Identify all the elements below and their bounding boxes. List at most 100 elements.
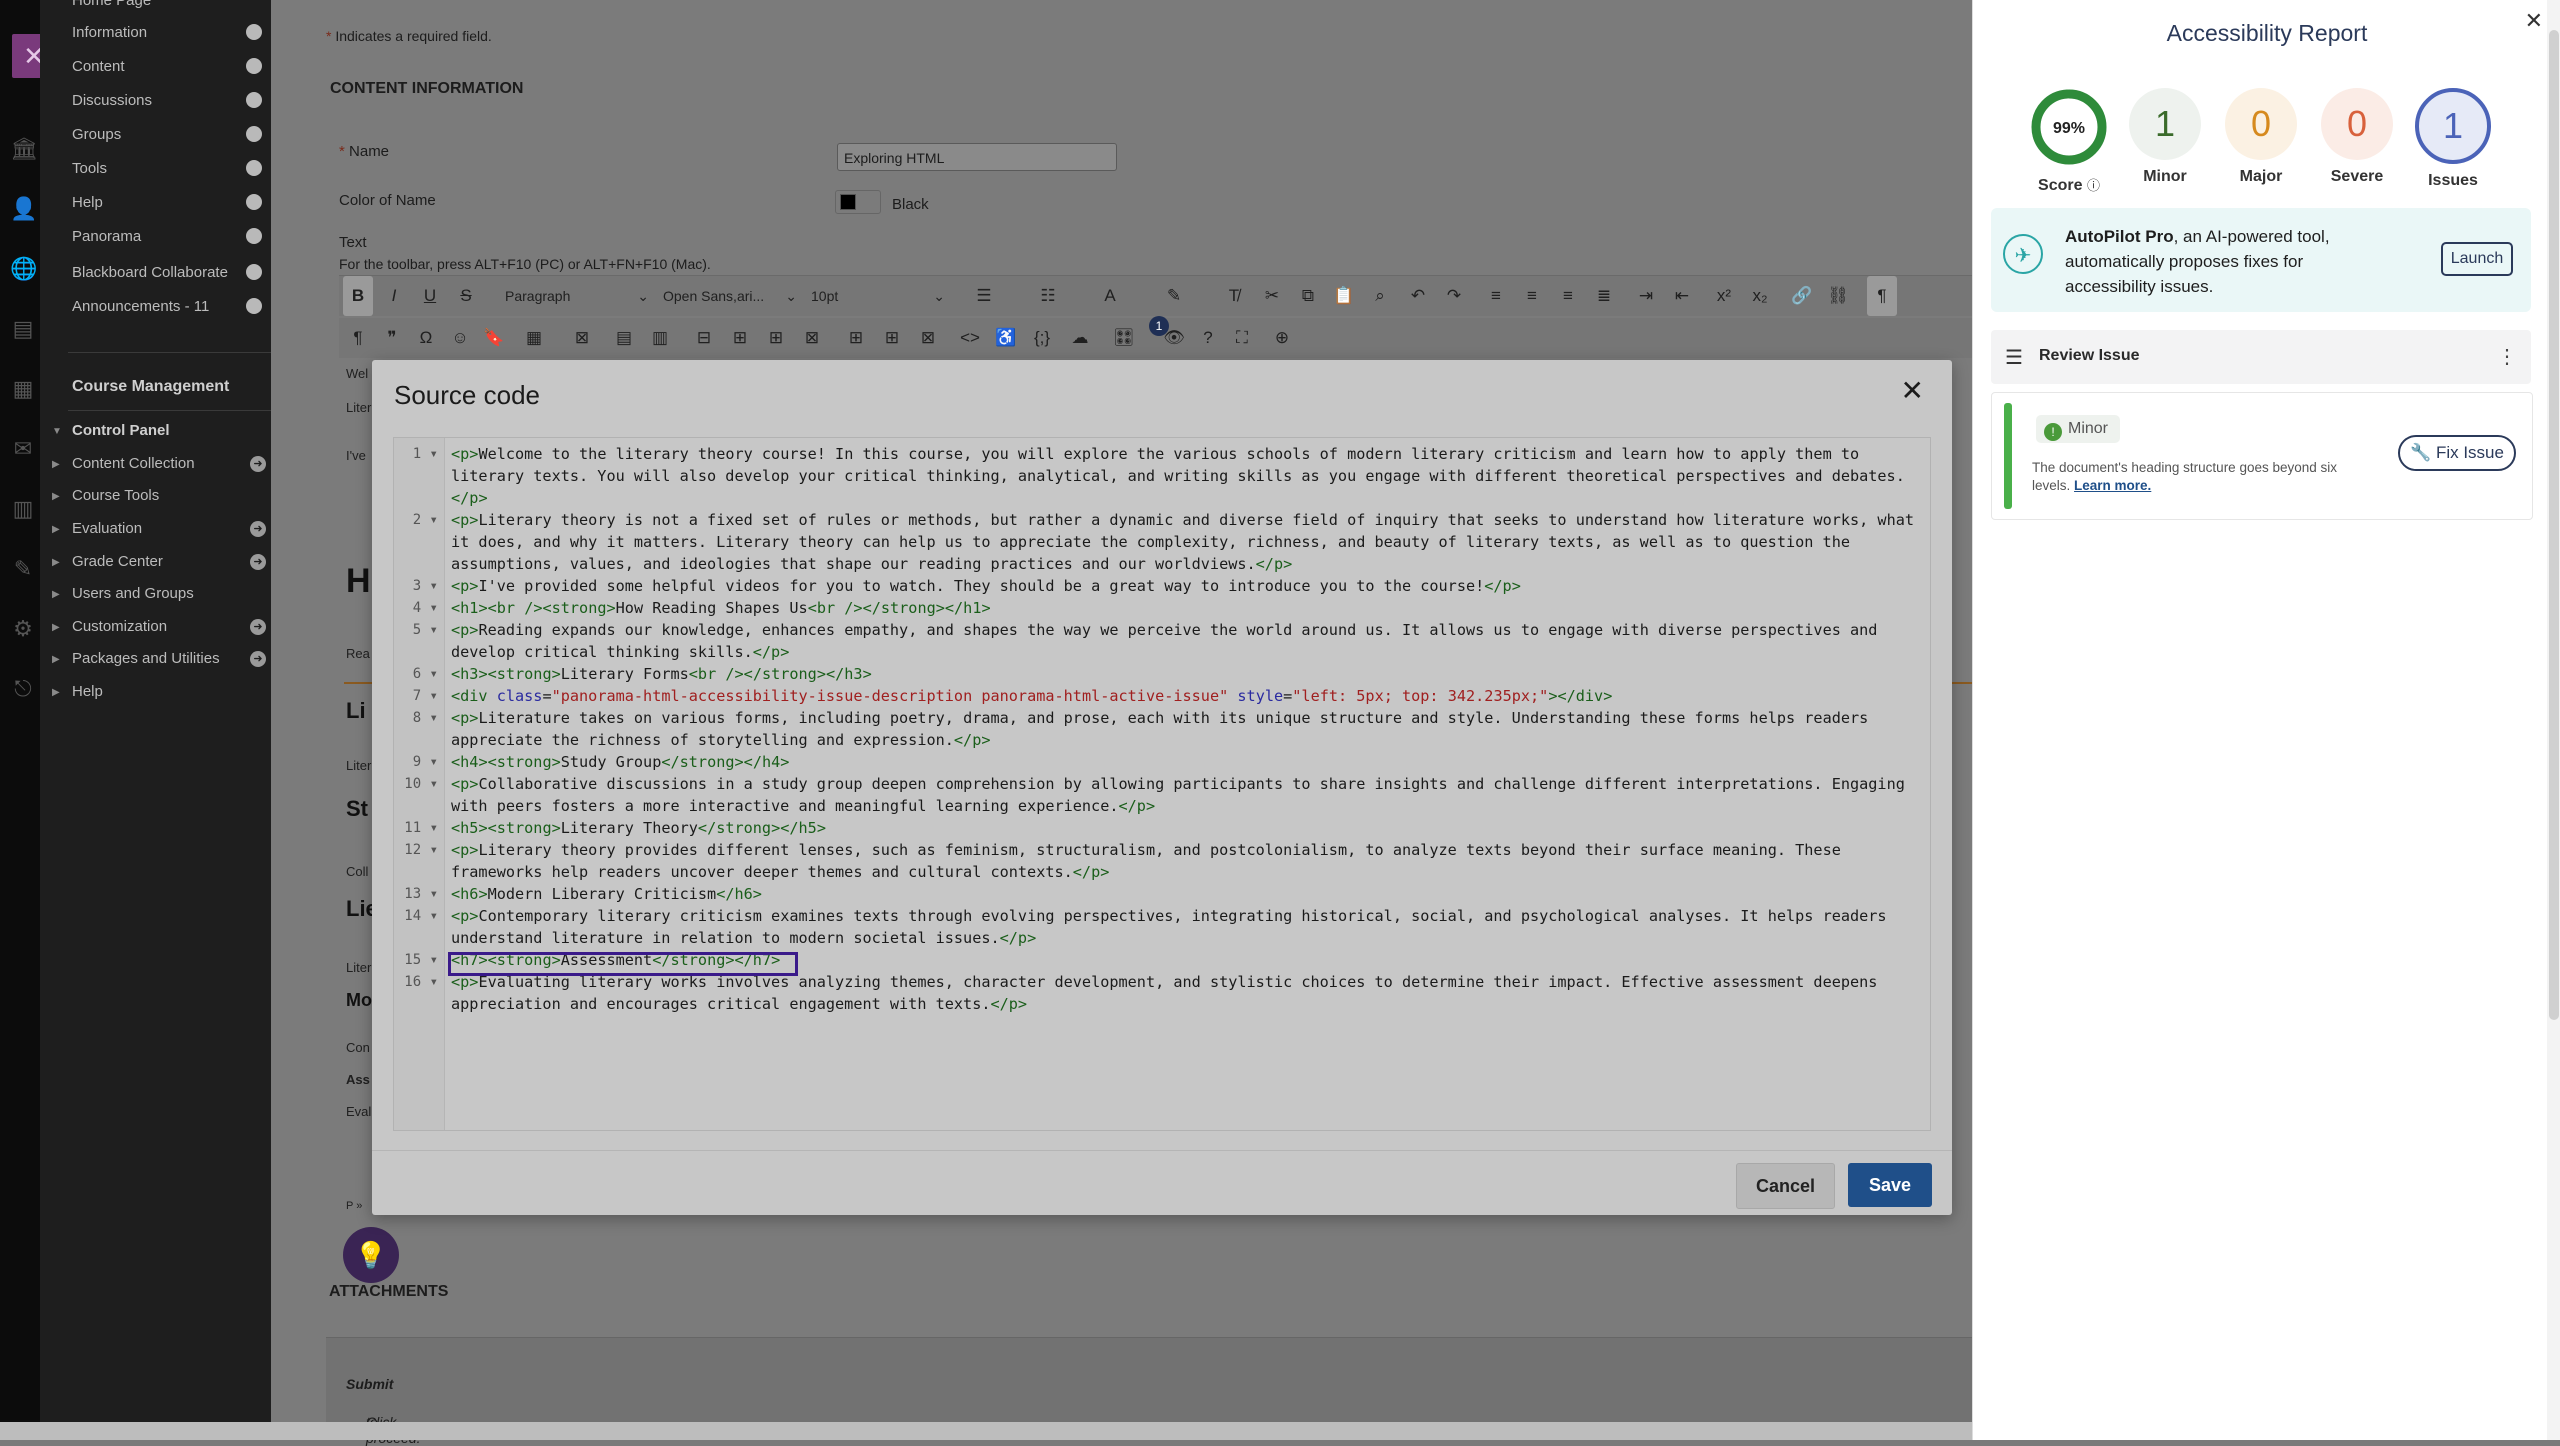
numbered-list-icon[interactable]: ☷ (1033, 276, 1063, 316)
delete-row-icon[interactable]: ⊞ (761, 318, 791, 358)
table-column-icon[interactable]: ▥ (645, 318, 675, 358)
paragraph-mark-icon[interactable]: ¶ (1867, 276, 1897, 316)
code-line[interactable]: 16 ▾ <p>Evaluating literary works involve… (394, 971, 1930, 1015)
clear-formatting-icon[interactable]: T̸ (1219, 276, 1249, 316)
issues-count[interactable]: 1 (2415, 88, 2491, 164)
special-char-icon[interactable]: Ω (411, 318, 441, 358)
expand-arrow-icon[interactable]: ▶ (52, 557, 60, 568)
globe-icon[interactable]: 🌐 (10, 256, 37, 282)
issues-metric[interactable]: 1 Issues (2413, 88, 2493, 190)
more-options-icon[interactable]: ⋮ (2497, 344, 2517, 369)
go-arrow-icon[interactable]: ➜ (250, 554, 266, 570)
course-menu-item-help[interactable]: Help (72, 194, 103, 211)
insert-col-after-icon[interactable]: ⊞ (877, 318, 907, 358)
block-format-select[interactable]: Paragraph ⌄ (499, 280, 655, 312)
justify-icon[interactable]: ≣ (1589, 276, 1619, 316)
name-input[interactable]: Exploring HTML (837, 143, 1117, 171)
bold-button[interactable]: B (343, 276, 373, 316)
launch-button[interactable]: Launch (2441, 242, 2513, 276)
cancel-button[interactable]: Cancel (1736, 1163, 1835, 1209)
go-arrow-icon[interactable]: ➜ (250, 521, 266, 537)
subscript-icon[interactable]: x₂ (1745, 276, 1775, 316)
link-icon[interactable]: 🔗 (1787, 276, 1817, 316)
text-color-icon[interactable]: A (1095, 276, 1125, 316)
code-line[interactable]: 7 ▾ <div class="panorama-html-accessibili… (394, 685, 1930, 707)
blockquote-icon[interactable]: ❞ (377, 318, 407, 358)
accessibility-icon[interactable]: ♿ (991, 318, 1021, 358)
insert-row-before-icon[interactable]: ⊟ (689, 318, 719, 358)
expand-arrow-icon[interactable]: ▶ (52, 459, 60, 470)
redo-icon[interactable]: ↷ (1439, 276, 1469, 316)
insert-col-before-icon[interactable]: ⊞ (841, 318, 871, 358)
code-line[interactable]: 6 ▾ <h3><strong>Literary Forms<br /></str… (394, 663, 1930, 685)
unlink-icon[interactable]: ⛓ (1823, 276, 1853, 316)
cut-icon[interactable]: ✂ (1257, 276, 1287, 316)
go-arrow-icon[interactable]: ➜ (250, 456, 266, 472)
course-menu-item-collaborate[interactable]: Blackboard Collaborate (72, 264, 228, 281)
align-right-icon[interactable]: ≡ (1553, 276, 1583, 316)
course-menu-item-home[interactable]: Home Page (72, 0, 151, 9)
table-icon[interactable]: ▦ (519, 318, 549, 358)
info-icon[interactable]: ⓘ (2087, 178, 2100, 193)
delete-col-icon[interactable]: ⊠ (797, 318, 827, 358)
add-content-icon[interactable]: ⊕ (1267, 318, 1297, 358)
paste-icon[interactable]: 📋 (1329, 276, 1359, 316)
delete-column-icon[interactable]: ⊠ (913, 318, 943, 358)
insert-row-after-icon[interactable]: ⊞ (725, 318, 755, 358)
font-size-select[interactable]: 10pt ⌄ (805, 280, 951, 312)
control-panel-item-packages[interactable]: Packages and Utilities (72, 650, 220, 667)
expand-arrow-icon[interactable]: ▶ (52, 589, 60, 600)
course-menu-item-tools[interactable]: Tools (72, 160, 107, 177)
media-icon[interactable]: 🎛 (1109, 318, 1139, 358)
course-menu-item-content[interactable]: Content (72, 58, 125, 75)
course-menu-item-information[interactable]: Information (72, 24, 147, 41)
code-line[interactable]: 14 ▾ <p>Contemporary literary criticism e… (394, 905, 1930, 949)
panorama-icon[interactable]: ☁ (1065, 318, 1095, 358)
superscript-icon[interactable]: x² (1709, 276, 1739, 316)
signout-icon[interactable]: ⎋ (10, 676, 36, 702)
source-code-editor[interactable]: 1 ▾ <p>Welcome to the literary theory cou… (393, 437, 1931, 1131)
messages-icon[interactable]: ✉ (10, 436, 36, 462)
code-line[interactable]: 4 ▾ <h1><br /><strong>How Reading Shapes … (394, 597, 1930, 619)
fix-issue-button[interactable]: 🔧 Fix Issue (2398, 435, 2516, 471)
preview-icon[interactable]: 👁 (1159, 318, 1189, 358)
expand-arrow-icon[interactable]: ▶ (52, 524, 60, 535)
close-icon[interactable]: ✕ (2525, 8, 2543, 34)
profile-icon[interactable]: 👤 (10, 196, 37, 222)
edit-icon[interactable]: ✎ (10, 556, 36, 582)
expand-arrow-icon[interactable]: ▶ (52, 654, 60, 665)
scrollbar-thumb[interactable] (2549, 30, 2559, 1020)
strikethrough-button[interactable]: S (451, 276, 481, 316)
close-icon[interactable]: ✕ (1901, 374, 1924, 407)
course-menu-item-announcements[interactable]: Announcements - 11 (72, 298, 209, 315)
outdent-icon[interactable]: ⇤ (1667, 276, 1697, 316)
control-panel-item-grade-center[interactable]: Grade Center (72, 553, 163, 570)
control-panel-item-customization[interactable]: Customization (72, 618, 167, 635)
control-panel-item-course-tools[interactable]: Course Tools (72, 487, 159, 504)
copy-icon[interactable]: ⧉ (1293, 276, 1323, 316)
code-line[interactable]: 2 ▾ <p>Literary theory is not a fixed set… (394, 509, 1930, 575)
highlight-color-icon[interactable]: ✎ (1159, 276, 1189, 316)
paragraph-icon[interactable]: ¶ (343, 318, 373, 358)
scrollbar[interactable] (2547, 0, 2560, 1440)
code-line[interactable]: 12 ▾ <p>Literary theory provides differen… (394, 839, 1930, 883)
italic-button[interactable]: I (379, 276, 409, 316)
code-line[interactable]: 11 ▾ <h5><strong>Literary Theory</strong>… (394, 817, 1930, 839)
align-left-icon[interactable]: ≡ (1481, 276, 1511, 316)
calendar-icon[interactable]: ▦ (10, 376, 36, 402)
course-menu-item-discussions[interactable]: Discussions (72, 92, 152, 109)
indent-icon[interactable]: ⇥ (1631, 276, 1661, 316)
bullet-list-icon[interactable]: ☰ (969, 276, 999, 316)
control-panel-item-evaluation[interactable]: Evaluation (72, 520, 142, 537)
expand-arrow-icon[interactable]: ▶ (52, 622, 60, 633)
code-line[interactable]: 13 ▾ <h6>Modern Liberary Criticism</h6> (394, 883, 1930, 905)
control-panel-item-users-groups[interactable]: Users and Groups (72, 585, 194, 602)
delete-table-icon[interactable]: ⊠ (567, 318, 597, 358)
code-braces-icon[interactable]: {;} (1027, 318, 1057, 358)
font-family-select[interactable]: Open Sans,ari... ⌄ (657, 280, 803, 312)
fullscreen-icon[interactable]: ⛶ (1227, 318, 1257, 358)
grades-icon[interactable]: ▥ (10, 496, 36, 522)
table-row-icon[interactable]: ▤ (609, 318, 639, 358)
bookmark-icon[interactable]: 🔖 (479, 318, 509, 358)
expand-arrow-icon[interactable]: ▶ (52, 687, 60, 698)
